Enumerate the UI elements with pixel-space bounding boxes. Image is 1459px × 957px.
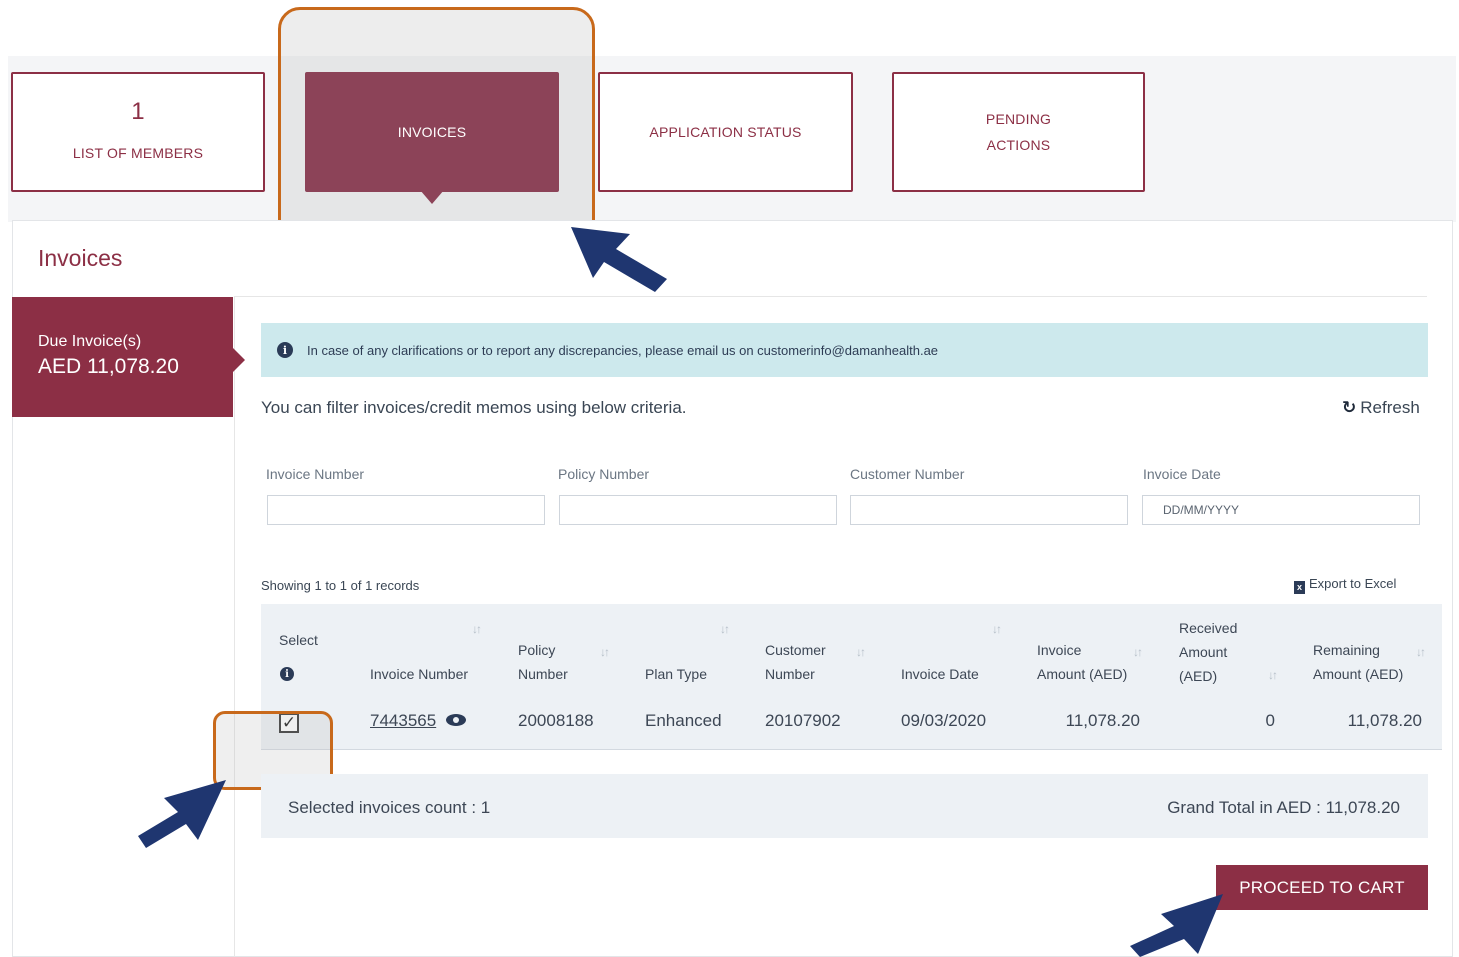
info-banner: i In case of any clarifications or to re… (261, 323, 1428, 377)
col-remaining-line1: Remaining (1313, 642, 1380, 658)
col-policy-line1: Policy (518, 642, 556, 658)
policy-number-label: Policy Number (558, 466, 650, 482)
invoice-number-label: Invoice Number (266, 466, 365, 482)
col-received-line3: (AED) (1179, 668, 1218, 684)
tab-pending-actions[interactable]: PENDING ACTIONS (892, 72, 1145, 192)
pointer-arrow-icon (571, 227, 667, 292)
refresh-button[interactable]: ↻ Refresh (1342, 398, 1420, 418)
col-received-line1: Received (1179, 620, 1238, 636)
col-plan-type[interactable]: Plan Type (645, 662, 707, 686)
grand-total: Grand Total in AED : 11,078.20 (1167, 798, 1400, 817)
refresh-label: Refresh (1360, 398, 1420, 417)
refresh-icon: ↻ (1342, 398, 1357, 417)
members-count: 1 (131, 98, 145, 125)
col-invoice-date[interactable]: Invoice Date (901, 662, 979, 686)
due-amount: AED 11,078.20 (38, 355, 179, 378)
col-customer-line1: Customer (765, 642, 826, 658)
col-received-amount[interactable]: Received Amount (AED) (1179, 616, 1237, 688)
tab-label-line1: PENDING (985, 111, 1052, 127)
sort-icon[interactable]: ↓↑ (1268, 668, 1278, 682)
due-invoices-box[interactable]: Due Invoice(s) AED 11,078.20 (12, 297, 245, 417)
excel-icon: x (1294, 581, 1305, 594)
due-label: Due Invoice(s) (38, 333, 142, 350)
col-received-line2: Amount (1179, 644, 1228, 660)
sort-icon[interactable]: ↓↑ (600, 645, 610, 659)
invoice-date-input[interactable] (1142, 495, 1420, 525)
col-customer-number[interactable]: Customer Number (765, 638, 826, 686)
tab-label: APPLICATION STATUS (649, 124, 802, 140)
invoice-number-cell: 7443565 (370, 711, 467, 731)
tab-application-status[interactable]: APPLICATION STATUS (598, 72, 853, 192)
col-invoice-amount[interactable]: Invoice Amount (AED) (1037, 638, 1127, 686)
invoice-number-input[interactable] (267, 495, 545, 525)
table-header (261, 604, 1442, 702)
filter-hint: You can filter invoices/credit memos usi… (261, 398, 687, 417)
invoice-date-label: Invoice Date (1143, 466, 1221, 482)
sort-icon[interactable]: ↓↑ (720, 622, 730, 636)
invoice-number-link[interactable]: 7443565 (370, 711, 436, 730)
records-count: Showing 1 to 1 of 1 records (261, 578, 420, 593)
col-customer-line2: Number (765, 666, 815, 682)
invoice-date-cell: 09/03/2020 (901, 711, 987, 730)
divider (234, 296, 235, 957)
export-label: Export to Excel (1309, 576, 1397, 591)
col-invoice-number[interactable]: Invoice Number (370, 662, 468, 686)
col-invoice-amount-line1: Invoice (1037, 642, 1082, 658)
customer-number-input[interactable] (850, 495, 1128, 525)
plan-type-cell: Enhanced (645, 711, 722, 730)
pointer-arrow-icon (1130, 894, 1223, 957)
export-to-excel-link[interactable]: x Export to Excel (1294, 576, 1396, 594)
divider (234, 296, 1427, 297)
info-text: In case of any clarifications or to repo… (307, 342, 939, 358)
sort-icon[interactable]: ↓↑ (1416, 645, 1426, 659)
tab-invoices[interactable]: INVOICES (305, 72, 559, 204)
customer-number-cell: 20107902 (765, 711, 841, 730)
tab-label: LIST OF MEMBERS (72, 145, 204, 161)
selected-invoices-count: Selected invoices count : 1 (288, 798, 491, 817)
sort-icon[interactable]: ↓↑ (992, 622, 1002, 636)
sort-icon[interactable]: ↓↑ (472, 622, 482, 636)
pointer-arrow-icon (138, 780, 226, 848)
tab-label-line2: ACTIONS (986, 137, 1051, 153)
sort-icon[interactable]: ↓↑ (856, 645, 866, 659)
col-remaining-line2: Amount (AED) (1313, 666, 1404, 682)
page-title: Invoices (38, 245, 123, 271)
info-icon: i (280, 667, 294, 681)
col-invoice-amount-line2: Amount (AED) (1037, 666, 1128, 682)
sort-icon[interactable]: ↓↑ (1133, 645, 1143, 659)
customer-number-label: Customer Number (850, 466, 965, 482)
proceed-to-cart-button[interactable]: PROCEED TO CART (1216, 865, 1428, 910)
policy-number-cell: 20008188 (518, 711, 594, 730)
info-icon: i (277, 342, 293, 358)
policy-number-input[interactable] (559, 495, 837, 525)
invoice-amount-cell: 11,078.20 (1065, 711, 1140, 730)
remaining-amount-cell: 11,078.20 (1347, 711, 1422, 730)
tab-list-of-members[interactable]: 1 LIST OF MEMBERS (11, 72, 265, 192)
col-remaining-amount[interactable]: Remaining Amount (AED) (1313, 638, 1403, 686)
col-policy-number[interactable]: Policy Number (518, 638, 568, 686)
col-select: Select (279, 632, 318, 648)
eye-icon[interactable] (446, 714, 467, 726)
tab-label: INVOICES (397, 124, 467, 140)
received-amount-cell: 0 (1265, 711, 1275, 730)
col-policy-line2: Number (518, 666, 568, 682)
